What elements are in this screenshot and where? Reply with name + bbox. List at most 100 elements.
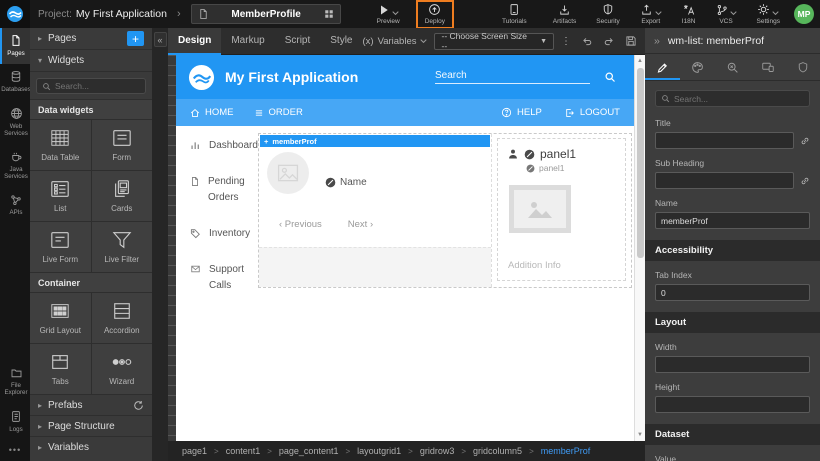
- rail-item-file-explorer[interactable]: File Explorer: [0, 361, 30, 404]
- chevrons-right-icon[interactable]: »: [654, 35, 660, 47]
- tab-properties[interactable]: [645, 54, 680, 80]
- tab-devices[interactable]: [750, 54, 785, 80]
- i18n-button[interactable]: I18N: [682, 4, 696, 25]
- title-input[interactable]: [655, 132, 794, 149]
- grid-icon[interactable]: [324, 9, 334, 19]
- breadcrumb-memberprof[interactable]: memberProf: [541, 446, 591, 456]
- rail-item-logs[interactable]: Logs: [0, 404, 30, 440]
- height-input[interactable]: [655, 396, 810, 413]
- rail-item-java-services[interactable]: Java Services: [0, 145, 30, 188]
- nav-item-order[interactable]: ORDER: [254, 107, 303, 118]
- canvas-scrollbar[interactable]: ▲ ▼: [634, 55, 645, 441]
- scroll-up-arrow-icon[interactable]: ▲: [635, 56, 645, 66]
- side-nav-pending-orders[interactable]: Pending Orders: [190, 174, 260, 206]
- side-nav-inventory[interactable]: Inventory: [190, 226, 260, 242]
- more-options-icon[interactable]: ⋮: [561, 36, 571, 47]
- breadcrumb-gridrow3[interactable]: gridrow3: [420, 446, 455, 456]
- breadcrumb-gridcolumn5[interactable]: gridcolumn5: [473, 446, 522, 456]
- variables-dropdown-button[interactable]: (x) Variables: [363, 36, 428, 47]
- nav-item-logout[interactable]: LOGOUT: [564, 107, 620, 118]
- widget-tile-cards[interactable]: Cards: [92, 171, 153, 221]
- panel1-widget[interactable]: panel1 panel1 Addition Info: [497, 138, 626, 281]
- save-button[interactable]: [625, 35, 637, 47]
- layout-grid-region[interactable]: + memberProf Name: [258, 133, 632, 288]
- nav-item-help[interactable]: HELP: [501, 107, 542, 118]
- widget-search[interactable]: [36, 78, 146, 94]
- properties-search-input[interactable]: [674, 94, 804, 104]
- search-icon[interactable]: [604, 71, 616, 83]
- pages-section-header[interactable]: ▸ Pages +: [30, 28, 152, 50]
- pagination-next[interactable]: Next ›: [348, 219, 373, 235]
- add-page-button[interactable]: +: [127, 31, 144, 46]
- settings-button[interactable]: Settings: [757, 3, 781, 25]
- rail-item-databases[interactable]: Databases: [0, 64, 30, 100]
- side-nav-support-calls[interactable]: Support Calls: [190, 262, 260, 294]
- tab-styles[interactable]: [680, 54, 715, 80]
- deploy-button[interactable]: Deploy: [425, 3, 445, 25]
- side-nav-dashboard[interactable]: Dashboard: [190, 138, 260, 154]
- scroll-down-arrow-icon[interactable]: ▼: [635, 430, 645, 440]
- preview-search-input[interactable]: [435, 70, 590, 81]
- rail-item-web-services[interactable]: Web Services: [0, 101, 30, 145]
- bind-link-icon[interactable]: [800, 176, 810, 186]
- security-button[interactable]: Security: [596, 3, 619, 25]
- panel-image-placeholder[interactable]: [509, 185, 571, 233]
- app-logo[interactable]: [0, 0, 30, 28]
- rail-item-pages[interactable]: Pages: [0, 28, 30, 64]
- design-canvas[interactable]: My First Application HOME ORDER: [176, 55, 634, 441]
- widget-tile-accordion[interactable]: Accordion: [92, 293, 153, 343]
- name-input[interactable]: [655, 212, 810, 229]
- widget-tile-grid-layout[interactable]: Grid Layout: [30, 293, 91, 343]
- breadcrumb-page-content1[interactable]: page_content1: [279, 446, 339, 456]
- tutorials-button[interactable]: Tutorials: [502, 3, 527, 25]
- preview-button[interactable]: Preview: [377, 4, 400, 25]
- screen-size-select[interactable]: -- Choose Screen Size -- ▼: [434, 33, 554, 50]
- widget-tile-live-form[interactable]: Live Form: [30, 222, 91, 272]
- width-input[interactable]: [655, 356, 810, 373]
- list-item-template[interactable]: Name: [259, 147, 491, 205]
- member-photo-placeholder[interactable]: [267, 152, 309, 194]
- name-field[interactable]: Name: [325, 160, 367, 205]
- collapse-left-panel-button[interactable]: «: [154, 32, 167, 47]
- preview-app-header[interactable]: My First Application: [176, 55, 634, 99]
- user-avatar[interactable]: MP: [794, 4, 814, 24]
- rail-more-icon[interactable]: •••: [9, 440, 21, 461]
- tab-script[interactable]: Script: [275, 28, 321, 55]
- tab-index-input[interactable]: [655, 284, 810, 301]
- prefabs-section-header[interactable]: ▸ Prefabs: [30, 394, 152, 415]
- sub-heading-input[interactable]: [655, 172, 794, 189]
- vcs-button[interactable]: VCS: [716, 4, 737, 25]
- tab-events[interactable]: [715, 54, 750, 80]
- artifacts-button[interactable]: Artifacts: [553, 4, 576, 25]
- page-structure-section-header[interactable]: ▸ Page Structure: [30, 415, 152, 436]
- panel-subtitle-row[interactable]: panel1: [526, 163, 616, 173]
- tab-security[interactable]: [785, 54, 820, 80]
- widgets-section-header[interactable]: ▾ Widgets: [30, 50, 152, 72]
- export-button[interactable]: Export: [640, 4, 662, 25]
- tab-design[interactable]: Design: [168, 28, 221, 55]
- breadcrumb-page1[interactable]: page1: [182, 446, 207, 456]
- widget-search-input[interactable]: [55, 81, 140, 91]
- tab-style[interactable]: Style: [320, 28, 362, 55]
- widget-tile-tabs[interactable]: Tabs: [30, 344, 91, 394]
- widget-tile-form[interactable]: Form: [92, 120, 153, 170]
- panel-title-row[interactable]: panel1: [507, 147, 616, 161]
- scrollbar-thumb[interactable]: [637, 68, 644, 258]
- widget-tile-wizard[interactable]: Wizard: [92, 344, 153, 394]
- member-list-widget[interactable]: + memberProf Name: [259, 134, 492, 287]
- rail-item-apis[interactable]: APIs: [0, 188, 30, 223]
- nav-item-home[interactable]: HOME: [190, 107, 234, 118]
- pagination-previous[interactable]: ‹ Previous: [279, 219, 322, 235]
- page-tab-memberprofile[interactable]: MemberProfile: [191, 4, 341, 24]
- preview-search-field[interactable]: [435, 70, 590, 84]
- widget-tile-data-table[interactable]: Data Table: [30, 120, 91, 170]
- tab-markup[interactable]: Markup: [221, 28, 274, 55]
- bind-link-icon[interactable]: [800, 136, 810, 146]
- breadcrumb-content1[interactable]: content1: [226, 446, 261, 456]
- widget-tile-live-filter[interactable]: Live Filter: [92, 222, 153, 272]
- undo-button[interactable]: [581, 36, 593, 47]
- list-footer-area[interactable]: [259, 247, 491, 287]
- list-widget-tag[interactable]: + memberProf: [260, 135, 490, 147]
- panel-column[interactable]: panel1 panel1 Addition Info: [492, 134, 631, 287]
- properties-search[interactable]: [655, 90, 810, 107]
